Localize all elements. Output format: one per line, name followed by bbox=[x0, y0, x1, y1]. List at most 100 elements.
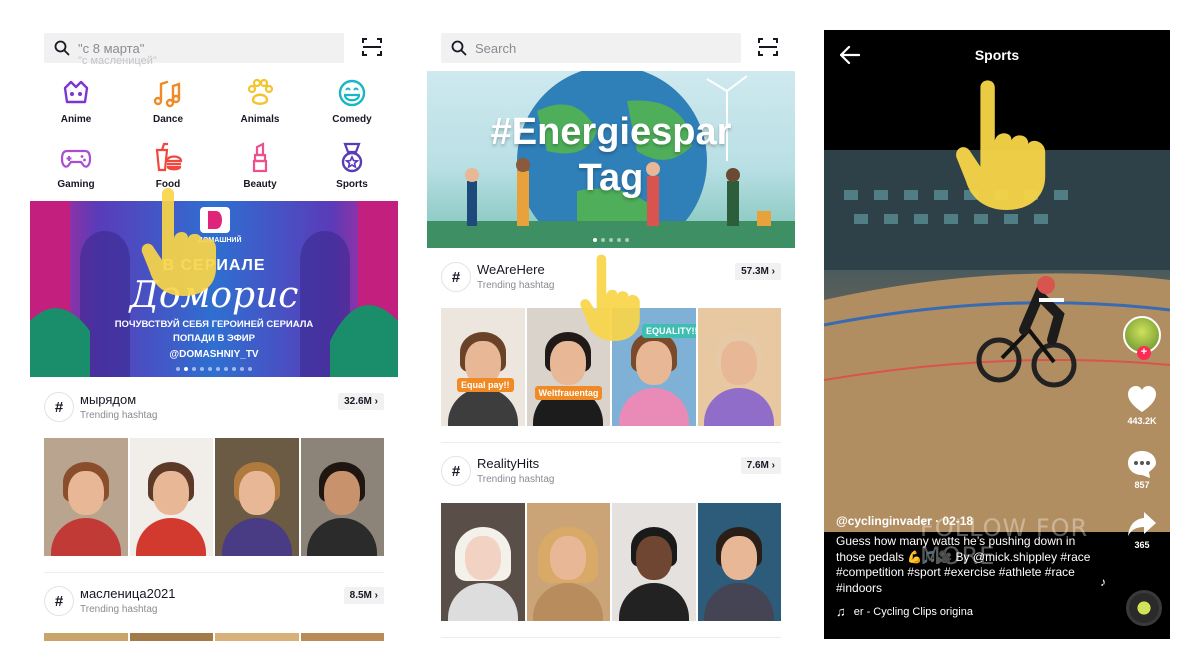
hashtag-icon: # bbox=[441, 262, 471, 292]
heart-icon bbox=[1128, 386, 1156, 412]
divider bbox=[44, 572, 384, 573]
category-beauty[interactable]: Beauty bbox=[214, 141, 306, 190]
category-label: Dance bbox=[152, 114, 183, 125]
hashtag-count-button[interactable]: 32.6M › bbox=[338, 393, 384, 410]
hashtag-name: WeAreHere bbox=[477, 262, 545, 277]
carousel-dot[interactable] bbox=[248, 367, 252, 371]
banner-line3: ПОПАДИ В ЭФИР bbox=[173, 333, 255, 344]
scan-icon[interactable] bbox=[757, 36, 779, 58]
hashtag-row-2[interactable]: # RealityHits Trending hashtag 7.6M › bbox=[441, 456, 781, 496]
video-thumbnail[interactable] bbox=[697, 503, 781, 621]
carousel-dot[interactable] bbox=[208, 367, 212, 371]
category-sports[interactable]: Sports bbox=[306, 141, 398, 190]
video-sticker: EQUALITY!! bbox=[642, 324, 696, 338]
hashtag-subtitle: Trending hashtag bbox=[80, 410, 158, 421]
campaign-banner[interactable]: #Energiespar Tag bbox=[427, 71, 795, 248]
tap-hand-icon bbox=[956, 80, 1046, 210]
hashtag-subtitle: Trending hashtag bbox=[80, 604, 158, 615]
carousel-dot[interactable] bbox=[192, 367, 196, 371]
category-comedy[interactable]: Comedy bbox=[306, 76, 398, 125]
hashtag-count-button[interactable]: 7.6M › bbox=[740, 457, 781, 474]
page-title: Sports bbox=[974, 47, 1020, 63]
hashtag-count-button[interactable]: 57.3M › bbox=[735, 263, 781, 280]
hashtag-icon: # bbox=[44, 392, 74, 422]
video-thumbnail[interactable] bbox=[300, 438, 384, 556]
back-arrow-icon[interactable] bbox=[840, 46, 860, 64]
video-thumbnail[interactable] bbox=[441, 503, 525, 621]
carousel-dot[interactable] bbox=[224, 367, 228, 371]
hashtag-row-1[interactable]: # мырядом Trending hashtag 32.6M › bbox=[44, 392, 384, 432]
banner-title-line2: Tag bbox=[578, 157, 644, 199]
carousel-dot[interactable] bbox=[200, 367, 204, 371]
video-top-bar: Sports bbox=[824, 30, 1170, 80]
category-label: Anime bbox=[60, 114, 92, 125]
video-thumbnail[interactable] bbox=[215, 438, 299, 556]
carousel-dot[interactable] bbox=[593, 238, 597, 242]
sports-video-player: Sports + 443.2K 857 365 FOLLOW FOR MORE … bbox=[824, 30, 1170, 639]
hashtag-icon: # bbox=[441, 456, 471, 486]
hashtag-videos-2 bbox=[44, 633, 384, 641]
video-thumbnail[interactable] bbox=[215, 633, 299, 641]
hashtag-count: 57.3M bbox=[741, 266, 769, 277]
video-sticker: Weltfrauentag bbox=[534, 386, 603, 400]
category-dance[interactable]: Dance bbox=[122, 76, 214, 125]
follow-plus-icon[interactable]: + bbox=[1137, 346, 1151, 360]
music-notes-icon bbox=[153, 80, 181, 108]
like-count: 443.2K bbox=[1127, 416, 1157, 426]
carousel-dots bbox=[427, 238, 795, 242]
video-thumbnail[interactable] bbox=[300, 633, 384, 641]
search-input[interactable]: Search bbox=[441, 33, 741, 63]
carousel-dot[interactable] bbox=[176, 367, 180, 371]
banner-handle: @DOMASHNIY_TV bbox=[169, 349, 259, 360]
category-label: Sports bbox=[336, 179, 368, 190]
music-ticker[interactable]: ♫ er - Cycling Clips origina bbox=[836, 604, 1106, 619]
category-label: Comedy bbox=[332, 114, 372, 125]
carousel-dot[interactable] bbox=[240, 367, 244, 371]
category-anime[interactable]: Anime bbox=[30, 76, 122, 125]
music-disc-icon[interactable] bbox=[1126, 590, 1162, 626]
comment-count: 857 bbox=[1134, 480, 1150, 490]
video-thumbnail[interactable]: Equal pay!! bbox=[441, 308, 525, 426]
anime-icon bbox=[63, 80, 89, 104]
carousel-dot[interactable] bbox=[625, 238, 629, 242]
carousel-dot[interactable] bbox=[232, 367, 236, 371]
carousel-dots bbox=[30, 367, 398, 371]
video-thumbnail[interactable] bbox=[44, 438, 128, 556]
author-handle[interactable]: @cyclinginvader · 02-18 bbox=[836, 514, 1106, 528]
video-thumbnail[interactable] bbox=[129, 438, 213, 556]
hashtag-videos-2 bbox=[441, 503, 781, 621]
category-gaming[interactable]: Gaming bbox=[30, 141, 122, 190]
video-thumbnail[interactable] bbox=[129, 633, 213, 641]
explore-screen-english: Search #Energiespar Tag # WeAreHere Tren… bbox=[427, 0, 795, 670]
hashtag-count-button[interactable]: 8.5M › bbox=[343, 587, 384, 604]
creator-avatar-button[interactable]: + bbox=[1122, 316, 1162, 360]
search-icon bbox=[451, 40, 467, 56]
video-thumbnail[interactable] bbox=[697, 308, 781, 426]
category-food[interactable]: Food bbox=[122, 141, 214, 190]
carousel-dot[interactable] bbox=[617, 238, 621, 242]
avatar[interactable]: + bbox=[1123, 316, 1161, 360]
carousel-dot[interactable] bbox=[184, 367, 188, 371]
like-button[interactable]: 443.2K bbox=[1122, 384, 1162, 426]
caption-text: Guess how many watts he’s pushing down i… bbox=[836, 534, 1091, 595]
video-thumbnail[interactable] bbox=[612, 503, 696, 621]
comment-button[interactable]: 857 bbox=[1122, 448, 1162, 490]
carousel-dot[interactable] bbox=[609, 238, 613, 242]
tap-hand-icon bbox=[141, 188, 216, 296]
search-input[interactable]: "с 8 марта" "с масленицей" bbox=[44, 33, 344, 67]
search-icon bbox=[54, 40, 70, 56]
floating-note-icon: ♪ bbox=[1100, 575, 1106, 589]
video-thumbnail[interactable] bbox=[44, 633, 128, 641]
video-thumbnail[interactable] bbox=[526, 503, 610, 621]
scan-icon[interactable] bbox=[361, 36, 383, 58]
carousel-dot[interactable] bbox=[216, 367, 220, 371]
video-caption: @cyclinginvader · 02-18 Guess how many w… bbox=[836, 514, 1106, 619]
music-note-icon: ♫ bbox=[836, 604, 846, 619]
hashtag-videos-1 bbox=[44, 438, 384, 556]
hashtag-row-2[interactable]: # масленица2021 Trending hashtag 8.5M › bbox=[44, 586, 384, 626]
category-grid: Anime Dance Animals Comedy Gaming Food B… bbox=[30, 76, 398, 190]
carousel-dot[interactable] bbox=[601, 238, 605, 242]
hashtag-icon: # bbox=[44, 586, 74, 616]
banner-title-line1: #Energiespar bbox=[490, 111, 732, 153]
category-animals[interactable]: Animals bbox=[214, 76, 306, 125]
